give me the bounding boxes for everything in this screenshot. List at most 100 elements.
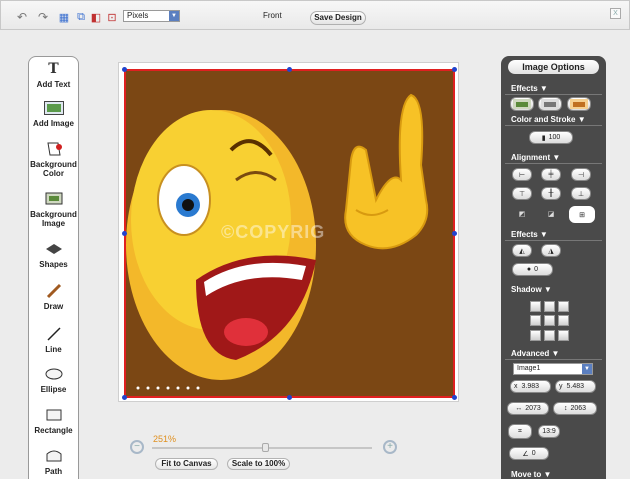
rotation-stepper[interactable]: ∠ 0	[509, 447, 549, 460]
tools-panel: T Add Text Add Image Background Color Ba…	[28, 56, 79, 479]
tool-shapes[interactable]: Shapes	[29, 241, 78, 269]
resize-handle[interactable]	[287, 395, 292, 400]
tool-draw[interactable]: Draw	[29, 283, 78, 311]
section-label: Move to	[511, 470, 542, 479]
resize-handle[interactable]	[122, 67, 127, 72]
section-effects[interactable]: Effects ▼	[501, 84, 606, 95]
shadow-cell[interactable]	[558, 301, 569, 312]
blur-stepper[interactable]: ● 0	[512, 263, 553, 276]
blur-value: 0	[534, 266, 539, 273]
tool-add-image[interactable]: Add Image	[29, 100, 78, 128]
chevron-down-icon: ▼	[582, 364, 592, 374]
shadow-cell[interactable]	[558, 315, 569, 327]
section-label: Shadow	[511, 285, 542, 294]
shadow-cell[interactable]	[544, 315, 555, 327]
section-color-stroke[interactable]: Color and Stroke ▼	[501, 115, 606, 126]
close-icon[interactable]: X	[610, 8, 621, 19]
redo-icon[interactable]: ↷	[36, 10, 50, 24]
panel-title: Image Options	[508, 60, 599, 74]
tool-ellipse[interactable]: Ellipse	[29, 366, 78, 394]
aspect-ratio-button[interactable]: 13:9	[538, 425, 560, 438]
tool-background-image[interactable]: Background Image	[29, 191, 78, 228]
height-stepper[interactable]: ↕ 2063	[553, 402, 597, 415]
grid-icon[interactable]: ▦	[57, 11, 71, 24]
y-label: y	[559, 383, 563, 390]
zoom-slider-handle[interactable]	[262, 443, 269, 452]
width-stepper[interactable]: ↔ 2073	[507, 402, 549, 415]
opacity-stepper[interactable]: ▮ 100	[529, 131, 573, 144]
fit-to-canvas-button[interactable]: Fit to Canvas	[155, 458, 218, 470]
x-position-field[interactable]: x 3.983	[510, 380, 551, 393]
chevron-down-icon: ▼	[539, 84, 548, 93]
chevron-down-icon: ▼	[543, 285, 552, 294]
tool-label: Rectangle	[34, 426, 73, 435]
layers-icon[interactable]: ◧	[89, 11, 103, 24]
align-bottom-icon[interactable]: ⊥	[571, 187, 591, 200]
zoom-out-icon[interactable]: −	[130, 440, 144, 454]
zoom-in-icon[interactable]: +	[383, 440, 397, 454]
blur-icon: ●	[526, 266, 532, 273]
section-advanced[interactable]: Advanced ▼	[501, 349, 606, 360]
section-effects-2[interactable]: Effects ▼	[501, 230, 606, 241]
save-design-button[interactable]: Save Design	[310, 11, 366, 25]
flip-vertical-icon[interactable]: ◮	[541, 244, 561, 257]
design-canvas[interactable]: ©COPYRIG	[118, 62, 459, 402]
angle-icon: ∠	[522, 450, 529, 458]
image-layer-select[interactable]: Image1 ▼	[513, 363, 593, 375]
image-options-panel: Image Options Effects ▼ Color and Stroke…	[501, 56, 606, 479]
align-right-icon[interactable]: ⊣	[571, 168, 591, 181]
shadow-cell[interactable]	[530, 301, 541, 312]
tool-line[interactable]: Line	[29, 326, 78, 354]
opacity-value: 100	[548, 134, 561, 141]
copy-icon[interactable]: ⧉	[74, 11, 88, 23]
effect-grayscale-button[interactable]	[538, 97, 562, 111]
resize-handle[interactable]	[452, 231, 457, 236]
tool-path[interactable]: Path	[29, 448, 78, 476]
tool-label: Background Image	[30, 210, 77, 228]
tool-background-color[interactable]: Background Color	[29, 141, 78, 178]
undo-icon[interactable]: ↶	[15, 10, 29, 24]
shadow-cell[interactable]	[544, 301, 555, 312]
preview-icon[interactable]: ⊡	[105, 11, 119, 24]
tool-rectangle[interactable]: Rectangle	[29, 407, 78, 435]
units-select[interactable]: Pixels ▼	[123, 10, 180, 22]
section-label: Color and Stroke	[511, 115, 576, 124]
align-center-vertical-icon[interactable]: ╫	[541, 187, 561, 200]
align-left-icon[interactable]: ⊢	[512, 168, 532, 181]
fit-to-area-icon[interactable]: ⊞	[569, 206, 595, 223]
resize-handle[interactable]	[122, 231, 127, 236]
background-color-icon	[44, 141, 64, 157]
section-alignment[interactable]: Alignment ▼	[501, 153, 606, 164]
align-center-horizontal-icon[interactable]: ╪	[541, 168, 561, 181]
width-icon: ↔	[515, 405, 523, 412]
y-position-field[interactable]: y 5.483	[555, 380, 596, 393]
effect-normal-button[interactable]	[510, 97, 534, 111]
units-value: Pixels	[127, 11, 149, 20]
align-top-icon[interactable]: ⊤	[512, 187, 532, 200]
shadow-cell[interactable]	[530, 315, 541, 327]
scale-to-100-button[interactable]: Scale to 100%	[227, 458, 290, 470]
effect-sepia-button[interactable]	[567, 97, 591, 111]
section-move-to[interactable]: Move to ▼	[501, 470, 606, 479]
watermark-text: ©COPYRIG	[221, 222, 326, 242]
shadow-cell[interactable]	[558, 329, 569, 341]
tool-add-text[interactable]: T Add Text	[29, 61, 78, 89]
resize-handle[interactable]	[122, 395, 127, 400]
section-label: Effects	[511, 84, 538, 93]
flip-horizontal-icon[interactable]: ◭	[512, 244, 532, 257]
section-shadow[interactable]: Shadow ▼	[501, 285, 606, 295]
shadow-cell[interactable]	[530, 329, 541, 341]
bring-forward-icon[interactable]: ◪	[541, 206, 561, 222]
crop-icon[interactable]: ⌗	[508, 424, 532, 439]
smiley-image[interactable]: ©COPYRIG	[126, 70, 453, 397]
rotation-value: 0	[531, 450, 536, 457]
resize-handle[interactable]	[287, 67, 292, 72]
shadow-direction-grid[interactable]	[530, 301, 570, 341]
send-backward-icon[interactable]: ◩	[512, 206, 532, 222]
shadow-cell[interactable]	[544, 329, 555, 341]
chevron-down-icon: ▼	[169, 11, 179, 21]
image-icon	[43, 100, 64, 116]
resize-handle[interactable]	[452, 67, 457, 72]
resize-handle[interactable]	[452, 395, 457, 400]
side-label[interactable]: Front	[263, 11, 282, 20]
